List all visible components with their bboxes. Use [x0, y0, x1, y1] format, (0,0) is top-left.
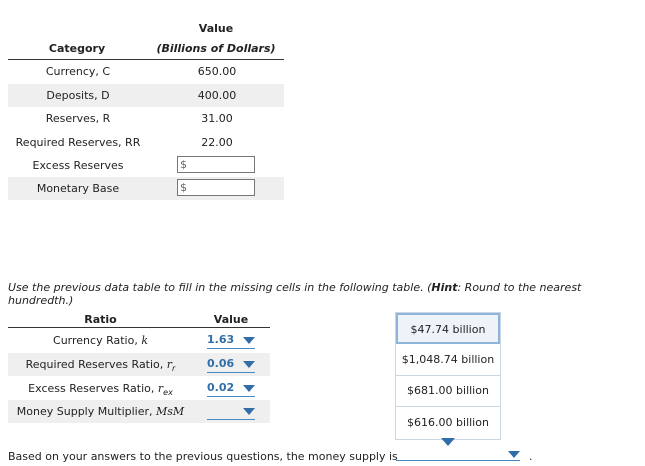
row-subscript: r	[172, 364, 176, 374]
menu-pointer-icon	[441, 438, 455, 446]
table-row: Reserves, R 31.00	[8, 107, 284, 130]
row-label: Currency Ratio, k	[8, 334, 193, 347]
excess-reserves-input[interactable]: $	[177, 156, 255, 173]
dropdown-option[interactable]: $47.74 billion	[396, 313, 500, 344]
table1-header-units: (Billions of Dollars)	[156, 42, 276, 55]
row-category: Monetary Base	[36, 182, 120, 195]
row-category: Deposits, D	[46, 89, 110, 102]
dropdown-value: 1.63	[207, 333, 235, 346]
caret-down-icon	[243, 408, 255, 415]
row-value: 650.00	[197, 65, 237, 78]
row-label-text: Excess Reserves Ratio,	[28, 382, 158, 395]
table2-header-ratio: Ratio	[84, 313, 117, 326]
currency-ratio-dropdown[interactable]: 1.63	[207, 332, 255, 349]
table-row: Currency Ratio, k 1.63	[8, 329, 270, 352]
row-label: Money Supply Multiplier, MsM	[8, 405, 193, 418]
excess-reserves-ratio-dropdown[interactable]: 0.02	[207, 380, 255, 397]
instruction-hint: Hint	[431, 281, 458, 294]
row-category: Reserves, R	[45, 112, 111, 125]
dollar-prefix: $	[180, 158, 187, 171]
row-value: 22.00	[201, 136, 233, 149]
row-category: Excess Reserves	[32, 159, 124, 172]
caret-down-icon	[508, 451, 520, 458]
dropdown-option[interactable]: $681.00 billion	[396, 376, 500, 407]
money-supply-multiplier-dropdown[interactable]	[207, 403, 255, 420]
required-reserves-ratio-dropdown[interactable]: 0.06	[207, 356, 255, 373]
dropdown-option[interactable]: $1,048.74 billion	[396, 345, 500, 376]
caret-down-icon	[243, 385, 255, 392]
table-row: Monetary Base $	[8, 177, 284, 200]
row-category: Currency, C	[45, 65, 111, 78]
table-row: Deposits, D 400.00	[8, 84, 284, 107]
table-row: Excess Reserves Ratio, rex 0.02	[8, 377, 270, 400]
table-row: Currency, C 650.00	[8, 60, 284, 83]
row-label-text: Money Supply Multiplier,	[16, 405, 157, 418]
money-supply-dropdown[interactable]	[396, 448, 520, 461]
sentence-period: .	[529, 450, 533, 463]
table-row: Required Reserves, RR 22.00	[8, 131, 284, 154]
instruction-text: Use the previous data table to fill in t…	[8, 281, 645, 307]
dollar-prefix: $	[180, 181, 187, 194]
row-value: 31.00	[201, 112, 233, 125]
table1-header-value: Value	[198, 22, 234, 35]
dropdown-option[interactable]: $616.00 billion	[396, 408, 500, 439]
row-label: Required Reserves Ratio, rr	[8, 358, 193, 373]
row-symbol: k	[141, 334, 148, 347]
row-category: Required Reserves, RR	[15, 136, 141, 149]
table1-header-category: Category	[48, 42, 106, 55]
row-label-text: Required Reserves Ratio,	[25, 358, 167, 371]
row-label-text: Currency Ratio,	[53, 334, 142, 347]
money-supply-dropdown-menu: $47.74 billion $1,048.74 billion $681.00…	[395, 312, 501, 440]
table-row: Excess Reserves $	[8, 154, 284, 177]
row-symbol: MsM	[156, 405, 185, 418]
row-subscript: ex	[163, 388, 173, 398]
caret-down-icon	[243, 361, 255, 368]
row-label: Excess Reserves Ratio, rex	[8, 382, 193, 397]
dropdown-value: 0.06	[207, 357, 235, 370]
instruction-before: Use the previous data table to fill in t…	[8, 281, 432, 294]
table2-header-rule	[8, 327, 270, 328]
money-supply-question: Based on your answers to the previous qu…	[8, 450, 398, 463]
monetary-base-input[interactable]: $	[177, 179, 255, 196]
table-row: Required Reserves Ratio, rr 0.06	[8, 353, 270, 376]
table-row: Money Supply Multiplier, MsM	[8, 400, 270, 423]
dropdown-value: 0.02	[207, 381, 235, 394]
row-value: 400.00	[197, 89, 237, 102]
table2-header-value: Value	[213, 313, 249, 326]
caret-down-icon	[243, 337, 255, 344]
